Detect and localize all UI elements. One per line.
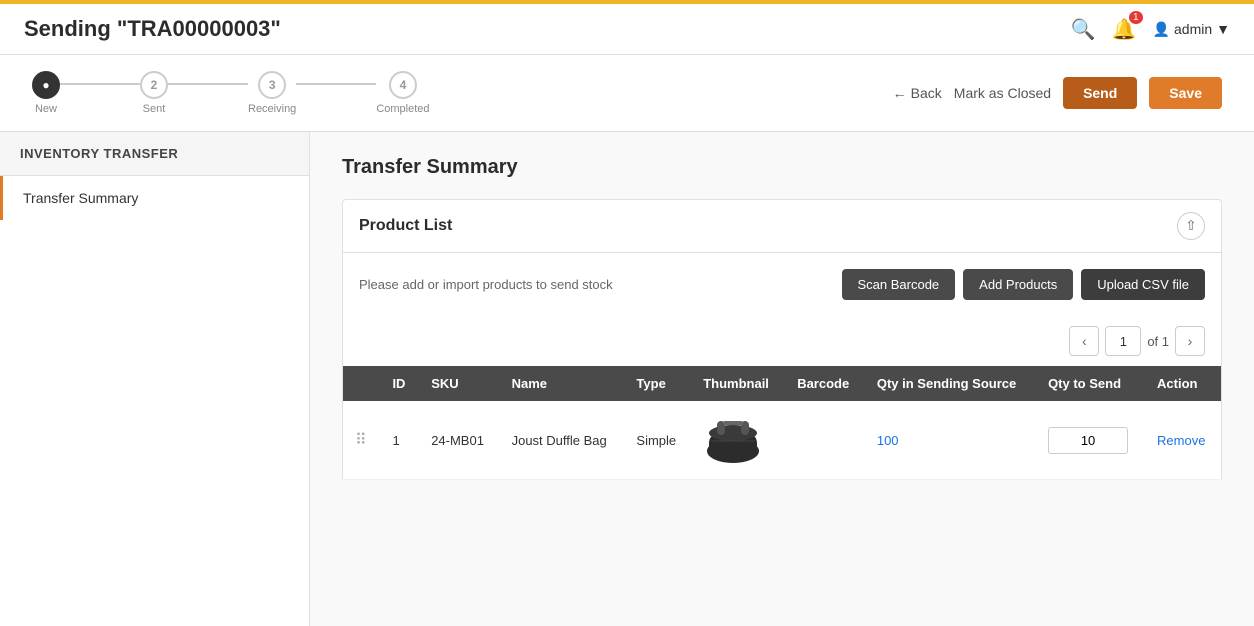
product-list-label: Product List: [359, 217, 452, 235]
add-products-button[interactable]: Add Products: [963, 269, 1073, 300]
step-num-3: 3: [269, 78, 276, 92]
section-title: Transfer Summary: [342, 156, 1222, 179]
step-dot: ●: [42, 78, 49, 92]
wizard-actions: ← Back Mark as Closed Send Save: [893, 77, 1222, 109]
table-header-row: ID SKU Name Type Thumbnail Barcode Qty i…: [343, 366, 1222, 401]
next-page-button[interactable]: ›: [1175, 326, 1205, 356]
back-button[interactable]: ← Back: [893, 85, 942, 101]
sidebar-item-transfer-summary[interactable]: Transfer Summary: [0, 176, 309, 220]
collapse-button[interactable]: ⇧: [1177, 212, 1205, 240]
wizard-step-receiving: 3 Receiving: [248, 71, 296, 115]
wizard-step-new: ● New: [32, 71, 60, 115]
step-label-new: New: [35, 103, 57, 115]
col-type: Type: [624, 366, 691, 401]
product-table: ID SKU Name Type Thumbnail Barcode Qty i…: [342, 366, 1222, 480]
bell-icon[interactable]: 🔔 1: [1112, 17, 1137, 42]
col-drag: [343, 366, 381, 401]
upload-csv-button[interactable]: Upload CSV file: [1081, 269, 1205, 300]
notification-badge: 1: [1129, 11, 1143, 24]
row-qty-source: 100: [865, 401, 1036, 480]
content-area: INVENTORY TRANSFER Transfer Summary Tran…: [0, 132, 1254, 626]
sidebar-heading: INVENTORY TRANSFER: [0, 132, 309, 176]
step-circle-3: 3: [258, 71, 286, 99]
row-barcode: [785, 401, 865, 480]
header-actions: 🔍 🔔 1 👤 admin ▼: [1071, 17, 1230, 42]
header: Sending "TRA00000003" 🔍 🔔 1 👤 admin ▼: [0, 4, 1254, 55]
prev-page-button[interactable]: ‹: [1069, 326, 1099, 356]
col-id: ID: [380, 366, 419, 401]
empty-state-text: Please add or import products to send st…: [359, 277, 613, 292]
col-barcode: Barcode: [785, 366, 865, 401]
row-id: 1: [380, 401, 419, 480]
step-line-2: [168, 83, 248, 85]
remove-button[interactable]: Remove: [1157, 433, 1205, 448]
qty-to-send-input[interactable]: [1048, 427, 1128, 454]
step-num-2: 2: [151, 78, 158, 92]
chevron-down-icon: ▼: [1216, 21, 1230, 37]
scan-barcode-button[interactable]: Scan Barcode: [842, 269, 956, 300]
step-circle-1: ●: [32, 71, 60, 99]
row-action: Remove: [1145, 401, 1221, 480]
page-of-label: of 1: [1147, 334, 1169, 349]
current-page: 1: [1105, 326, 1141, 356]
step-label-receiving: Receiving: [248, 103, 296, 115]
col-action: Action: [1145, 366, 1221, 401]
wizard-step-sent: 2 Sent: [140, 71, 168, 115]
step-circle-4: 4: [389, 71, 417, 99]
row-qty-send[interactable]: [1036, 401, 1145, 480]
send-button[interactable]: Send: [1063, 77, 1137, 109]
main-content: Transfer Summary Product List ⇧ Please a…: [310, 132, 1254, 626]
chevron-up-icon: ⇧: [1185, 218, 1196, 234]
row-type: Simple: [624, 401, 691, 480]
drag-handle-icon[interactable]: ⠿: [355, 432, 367, 449]
user-icon: 👤: [1153, 21, 1170, 38]
step-num-4: 4: [400, 78, 407, 92]
action-buttons: Scan Barcode Add Products Upload CSV fil…: [842, 269, 1206, 300]
col-thumbnail: Thumbnail: [691, 366, 785, 401]
row-thumbnail: [691, 401, 785, 480]
product-thumbnail-image: [703, 411, 763, 466]
step-line-3: [296, 83, 376, 85]
col-qty-send: Qty to Send: [1036, 366, 1145, 401]
save-button[interactable]: Save: [1149, 77, 1222, 109]
back-arrow-icon: ←: [893, 85, 907, 101]
wizard-step-completed: 4 Completed: [376, 71, 429, 115]
admin-menu[interactable]: 👤 admin ▼: [1153, 21, 1230, 38]
col-name: Name: [500, 366, 625, 401]
mark-as-closed-button[interactable]: Mark as Closed: [954, 85, 1051, 101]
product-actions-bar: Please add or import products to send st…: [342, 253, 1222, 316]
col-sku: SKU: [419, 366, 499, 401]
pagination-bar: ‹ 1 of 1 ›: [342, 316, 1222, 366]
product-list-header: Product List ⇧: [342, 199, 1222, 253]
col-qty-source: Qty in Sending Source: [865, 366, 1036, 401]
step-label-completed: Completed: [376, 103, 429, 115]
step-circle-2: 2: [140, 71, 168, 99]
row-name: Joust Duffle Bag: [500, 401, 625, 480]
table-row: ⠿ 1 24-MB01 Joust Duffle Bag Simple: [343, 401, 1222, 480]
search-icon[interactable]: 🔍: [1071, 17, 1096, 42]
step-line-1: [60, 83, 140, 85]
wizard-steps: ● New 2 Sent 3 Receiving 4 Completed: [32, 71, 430, 115]
wizard-bar: ● New 2 Sent 3 Receiving 4 Completed: [0, 55, 1254, 132]
drag-handle-cell: ⠿: [343, 401, 381, 480]
admin-label-text: admin: [1174, 21, 1212, 37]
step-label-sent: Sent: [143, 103, 166, 115]
sidebar: INVENTORY TRANSFER Transfer Summary: [0, 132, 310, 626]
row-sku: 24-MB01: [419, 401, 499, 480]
page-title: Sending "TRA00000003": [24, 16, 281, 42]
